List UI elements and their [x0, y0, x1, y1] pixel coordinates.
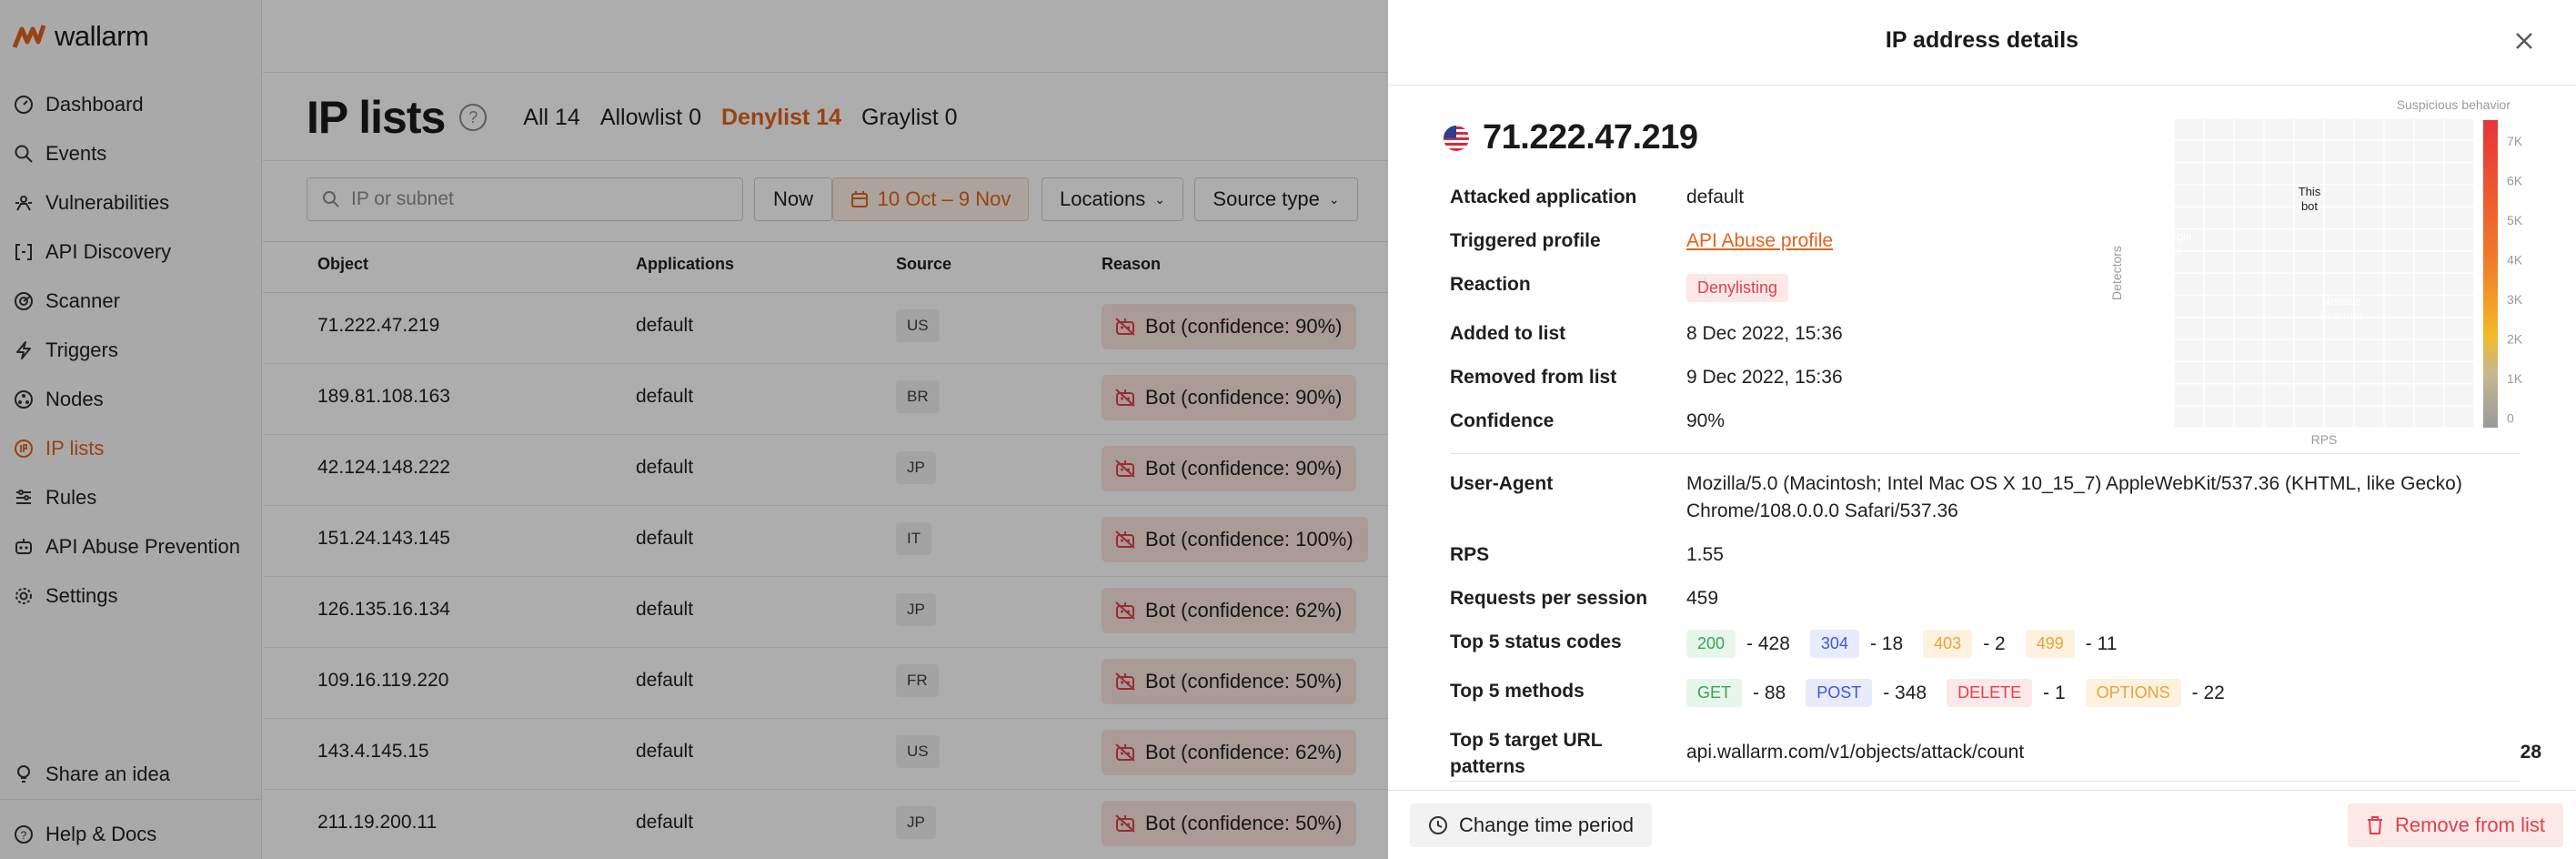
modal-overlay[interactable]	[0, 0, 1388, 859]
requests-value: 459	[1686, 588, 1719, 609]
colorbar-tick-label: 4K	[2507, 253, 2523, 268]
url-pattern-count: 28	[2520, 742, 2541, 763]
colorbar-ticks: 7K 6K 5K 4K 3K 2K 1K 0	[2507, 134, 2523, 426]
colorbar-tick-label: 2K	[2507, 332, 2523, 347]
remove-from-list-button[interactable]: Remove from list	[2347, 803, 2563, 847]
method-badge: OPTIONS	[2085, 679, 2181, 707]
status-code-count: - 428	[1746, 632, 1790, 654]
x-axis-label: RPS	[2311, 432, 2338, 447]
colorbar-tick-label: 6K	[2507, 174, 2523, 188]
change-time-period-button[interactable]: Change time period	[1410, 803, 1653, 847]
requests-label: Requests per session	[1450, 588, 1648, 609]
ip-details-drawer: IP address details 71.222.47.219 Attacke…	[1388, 0, 2576, 859]
confidence-value: 90%	[1686, 410, 1726, 431]
drawer-footer: Change time period Remove from list	[1388, 790, 2576, 859]
triggered-profile-label: Triggered profile	[1450, 230, 1601, 251]
bubble-label: Bot	[2164, 244, 2182, 258]
user-agent-line-2: Chrome/108.0.0.0 Safari/537.36	[1686, 500, 1958, 521]
bubble-label: This	[2299, 185, 2321, 198]
reaction-value: Denylisting	[1686, 274, 1789, 302]
status-codes-list: 200 - 428 304 - 18 403 - 2 499 - 11	[1686, 630, 2126, 658]
status-code-count: - 11	[2085, 632, 2118, 654]
close-icon[interactable]	[2509, 25, 2540, 56]
methods-label: Top 5 methods	[1450, 681, 1585, 702]
confidence-label: Confidence	[1450, 410, 1555, 431]
ip-address: 71.222.47.219	[1483, 118, 1698, 157]
status-code-count: - 18	[1869, 632, 1904, 654]
methods-list: GET - 88 POST - 348 DELETE - 1 OPTIONS - 22	[1686, 679, 2234, 707]
trash-icon	[2367, 816, 2382, 834]
rps-value: 1.55	[1686, 544, 1724, 565]
added-label: Added to list	[1450, 323, 1566, 344]
us-flag-icon	[1444, 125, 1469, 151]
chart-title: Suspicious behavior	[2397, 97, 2511, 112]
method-count: - 88	[1753, 682, 1786, 703]
colorbar-tick-label: 7K	[2507, 134, 2523, 148]
remove-from-list-label: Remove from list	[2394, 814, 2545, 836]
status-code-badge: 403	[1923, 630, 1973, 658]
url-patterns-label-1: Top 5 target URL	[1450, 730, 1603, 751]
y-axis-label: Detectors	[2109, 246, 2124, 300]
reaction-label: Reaction	[1450, 274, 1531, 295]
attacked-application-value: default	[1686, 187, 1745, 207]
method-count: - 348	[1883, 682, 1927, 703]
status-code-count: - 2	[1983, 632, 2006, 654]
suspicious-behavior-chart: Suspicious behavior Detectors RPS 7K 6K 5K…	[2109, 97, 2523, 447]
rps-label: RPS	[1450, 544, 1490, 565]
colorbar	[2483, 120, 2498, 428]
method-badge: GET	[1686, 679, 1743, 707]
url-pattern-value: api.wallarm.com/v1/objects/attack/count	[1686, 742, 2025, 763]
change-time-period-label: Change time period	[1459, 814, 1635, 836]
triggered-profile-link[interactable]: API Abuse profile	[1686, 230, 1833, 251]
divider	[1450, 453, 2520, 454]
method-count: - 22	[2191, 682, 2225, 703]
bubble-label: Google	[2154, 229, 2192, 243]
bubble-label: Nessus	[2321, 294, 2361, 308]
clock-icon	[1429, 816, 1447, 834]
user-agent-line-1: Mozilla/5.0 (Macintosh; Intel Mac OS X 1…	[1686, 473, 2462, 494]
colorbar-tick-label: 0	[2507, 411, 2514, 426]
bubble-label: Scanner	[2319, 308, 2364, 322]
status-codes-label: Top 5 status codes	[1450, 632, 1622, 652]
status-code-badge: 200	[1686, 630, 1736, 658]
colorbar-tick-label: 5K	[2507, 213, 2523, 227]
removed-value: 9 Dec 2022, 15:36	[1686, 367, 1843, 388]
method-badge: POST	[1806, 679, 1873, 707]
drawer-title: IP address details	[1885, 27, 2079, 53]
attacked-application-label: Attacked application	[1450, 187, 1637, 207]
denylisting-badge: Denylisting	[1686, 274, 1789, 302]
triggered-profile-value: API Abuse profile	[1686, 230, 1833, 252]
user-agent-label: User-Agent	[1450, 473, 1554, 494]
colorbar-tick-label: 1K	[2507, 371, 2523, 386]
divider	[1450, 781, 2520, 782]
drawer-header: IP address details	[1388, 0, 2576, 86]
ip-heading: 71.222.47.219	[1443, 118, 1698, 157]
bubble-label: bot	[2301, 199, 2318, 213]
added-value: 8 Dec 2022, 15:36	[1686, 323, 1843, 344]
removed-label: Removed from list	[1450, 367, 1617, 388]
method-badge: DELETE	[1947, 679, 2033, 707]
status-code-badge: 304	[1809, 630, 1859, 658]
url-patterns-label-2: patterns	[1450, 756, 1525, 777]
colorbar-tick-label: 3K	[2507, 292, 2523, 307]
method-count: - 1	[2043, 682, 2066, 703]
status-code-badge: 499	[2025, 630, 2075, 658]
